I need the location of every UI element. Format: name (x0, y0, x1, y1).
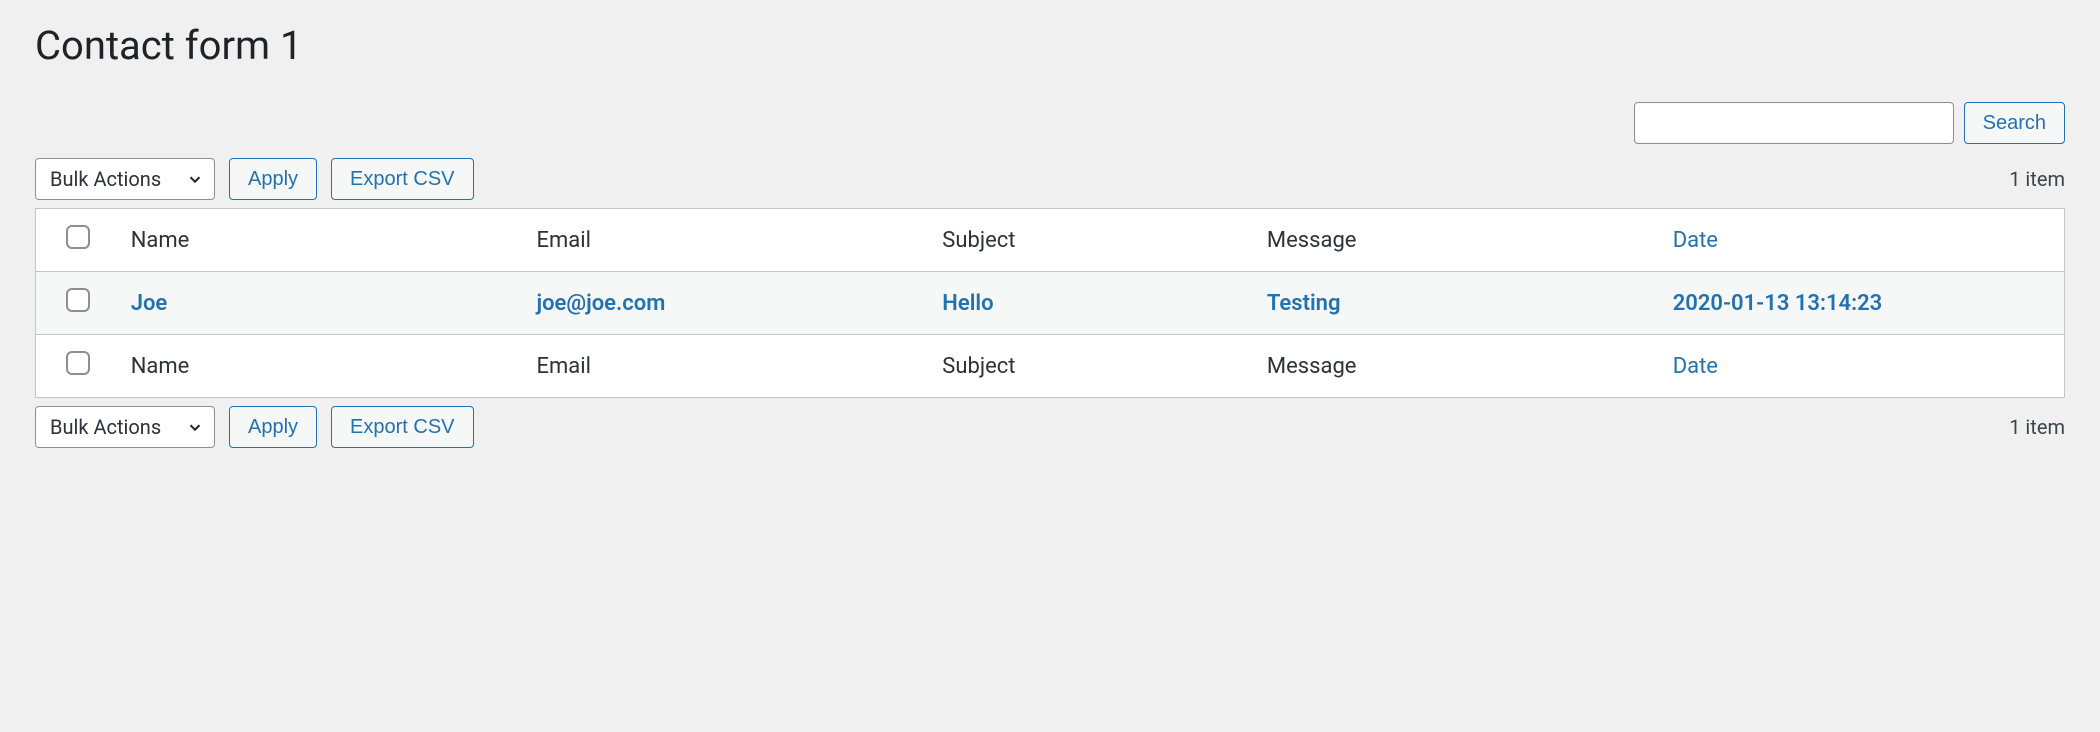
entries-table: Name Email Subject Message Date Joe joe@… (35, 208, 2065, 398)
column-footer-subject[interactable]: Subject (928, 335, 1253, 398)
cell-subject: Hello (928, 272, 1253, 335)
bulk-actions-select-top[interactable]: Bulk Actions (35, 158, 215, 200)
column-footer-date[interactable]: Date (1659, 335, 2065, 398)
bulk-actions-label: Bulk Actions (50, 415, 161, 439)
column-footer-email[interactable]: Email (522, 335, 928, 398)
chevron-down-icon (186, 418, 204, 436)
entry-message: Testing (1267, 291, 1341, 316)
select-all-header (36, 209, 117, 272)
tablenav-bottom: Bulk Actions Apply Export CSV 1 item (35, 406, 2065, 448)
search-input[interactable] (1634, 102, 1954, 144)
chevron-down-icon (186, 170, 204, 188)
sort-by-date-link[interactable]: Date (1673, 228, 1718, 253)
row-checkbox-cell (36, 272, 117, 335)
column-header-date[interactable]: Date (1659, 209, 2065, 272)
bulk-actions-label: Bulk Actions (50, 167, 161, 191)
search-bar: Search (35, 102, 2065, 144)
apply-button-top[interactable]: Apply (229, 158, 317, 200)
sort-by-date-footer-link[interactable]: Date (1673, 354, 1718, 379)
page-title: Contact form 1 (35, 20, 2065, 72)
items-count-top: 1 item (2009, 167, 2065, 191)
column-footer-name[interactable]: Name (117, 335, 523, 398)
cell-email: joe@joe.com (522, 272, 928, 335)
items-count-bottom: 1 item (2009, 415, 2065, 439)
tablenav-top: Bulk Actions Apply Export CSV 1 item (35, 158, 2065, 200)
select-all-checkbox-bottom[interactable] (66, 351, 90, 375)
cell-name: Joe (117, 272, 523, 335)
entry-name-link[interactable]: Joe (131, 291, 168, 316)
search-button[interactable]: Search (1964, 102, 2065, 144)
cell-message: Testing (1253, 272, 1659, 335)
cell-date: 2020-01-13 13:14:23 (1659, 272, 2065, 335)
select-all-footer (36, 335, 117, 398)
bulk-actions-select-bottom[interactable]: Bulk Actions (35, 406, 215, 448)
column-header-message[interactable]: Message (1253, 209, 1659, 272)
column-header-email[interactable]: Email (522, 209, 928, 272)
column-header-name[interactable]: Name (117, 209, 523, 272)
apply-button-bottom[interactable]: Apply (229, 406, 317, 448)
column-header-subject[interactable]: Subject (928, 209, 1253, 272)
row-checkbox[interactable] (66, 288, 90, 312)
table-row: Joe joe@joe.com Hello Testing 2020-01-13… (36, 272, 2065, 335)
column-footer-message[interactable]: Message (1253, 335, 1659, 398)
select-all-checkbox-top[interactable] (66, 225, 90, 249)
export-csv-button-top[interactable]: Export CSV (331, 158, 473, 200)
entry-email-link[interactable]: joe@joe.com (536, 291, 665, 316)
entry-subject: Hello (942, 291, 993, 316)
export-csv-button-bottom[interactable]: Export CSV (331, 406, 473, 448)
entry-date: 2020-01-13 13:14:23 (1673, 291, 1883, 316)
